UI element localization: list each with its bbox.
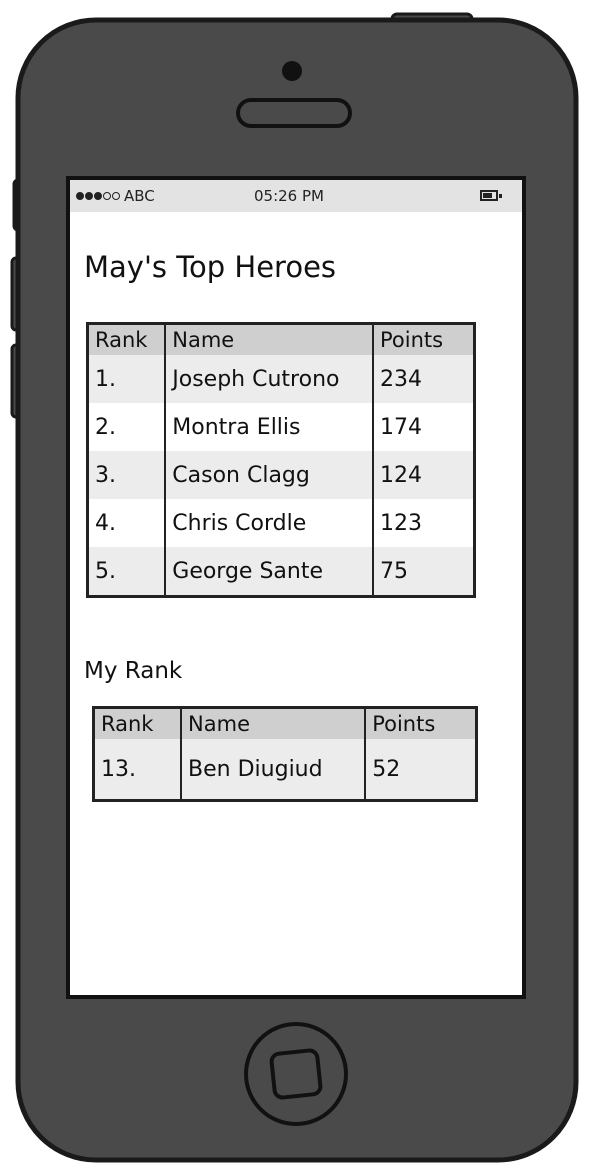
table-row[interactable]: 2. Montra Ellis 174 xyxy=(87,403,475,451)
carrier-signal: ABC xyxy=(76,187,155,205)
camera-icon xyxy=(282,61,302,81)
table-row[interactable]: 4. Chris Cordle 123 xyxy=(87,499,475,547)
rank-cell: 2. xyxy=(87,403,167,451)
rank-cell: 1. xyxy=(87,355,167,403)
name-cell: Joseph Cutrono xyxy=(165,355,374,403)
table-header-row: Rank Name Points xyxy=(87,323,475,355)
column-header-rank[interactable]: Rank xyxy=(87,323,167,355)
name-cell: Cason Clagg xyxy=(165,451,374,499)
rank-cell: 4. xyxy=(87,499,167,547)
top-heroes-table: Rank Name Points 1. Joseph Cutrono 234 2… xyxy=(86,322,476,598)
battery-icon xyxy=(480,190,502,201)
points-cell: 174 xyxy=(373,403,475,451)
name-cell: George Sante xyxy=(165,547,374,597)
page-title: May's Top Heroes xyxy=(84,250,337,284)
table-row[interactable]: 5. George Sante 75 xyxy=(87,547,475,597)
points-cell: 124 xyxy=(373,451,475,499)
my-rank-table: Rank Name Points 13. Ben Diugiud 52 xyxy=(92,706,478,802)
name-cell: Chris Cordle xyxy=(165,499,374,547)
column-header-rank[interactable]: Rank xyxy=(93,707,183,739)
status-bar: ABC 05:26 PM xyxy=(70,180,522,212)
name-cell: Ben Diugiud xyxy=(181,739,367,801)
table-header-row: Rank Name Points xyxy=(93,707,477,739)
rank-cell: 5. xyxy=(87,547,167,597)
rank-cell: 3. xyxy=(87,451,167,499)
carrier-name: ABC xyxy=(124,187,155,205)
status-time: 05:26 PM xyxy=(254,187,324,205)
table-row[interactable]: 1. Joseph Cutrono 234 xyxy=(87,355,475,403)
table-row[interactable]: 3. Cason Clagg 124 xyxy=(87,451,475,499)
phone-screen: ABC 05:26 PM May's Top Heroes Rank Name … xyxy=(70,180,522,995)
column-header-points[interactable]: Points xyxy=(365,707,477,739)
signal-dots-icon xyxy=(76,192,120,200)
column-header-points[interactable]: Points xyxy=(373,323,475,355)
points-cell: 234 xyxy=(373,355,475,403)
points-cell: 52 xyxy=(365,739,477,801)
column-header-name[interactable]: Name xyxy=(181,707,367,739)
column-header-name[interactable]: Name xyxy=(165,323,374,355)
name-cell: Montra Ellis xyxy=(165,403,374,451)
points-cell: 75 xyxy=(373,547,475,597)
points-cell: 123 xyxy=(373,499,475,547)
my-rank-label: My Rank xyxy=(84,658,183,684)
table-row[interactable]: 13. Ben Diugiud 52 xyxy=(93,739,477,801)
rank-cell: 13. xyxy=(93,739,183,801)
